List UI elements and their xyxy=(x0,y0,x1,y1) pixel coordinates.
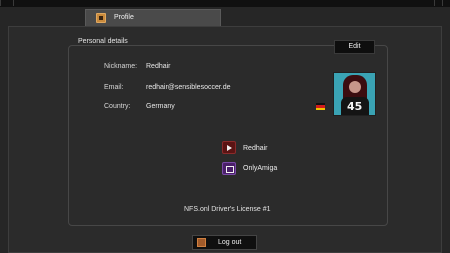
edit-button[interactable]: Edit xyxy=(334,40,375,54)
tab-profile[interactable]: Profile xyxy=(85,9,221,26)
germany-flag-icon xyxy=(316,103,325,110)
email-value: redhair@sensiblesoccer.de xyxy=(146,84,231,91)
logout-label: Log out xyxy=(218,239,242,246)
tab-profile-label: Profile xyxy=(114,14,134,21)
logout-button[interactable]: Log out xyxy=(192,235,257,250)
window-titlebar xyxy=(0,0,450,7)
twitch-icon[interactable] xyxy=(222,162,236,175)
logout-door-icon xyxy=(197,238,206,247)
minimize-button[interactable] xyxy=(434,0,442,6)
avatar[interactable]: 45 xyxy=(333,72,376,116)
personal-details-title: Personal details xyxy=(76,38,130,45)
drivers-license-text: NFS.onl Driver's License #1 xyxy=(184,206,271,213)
country-value: Germany xyxy=(146,103,175,110)
avatar-jersey-number: 45 xyxy=(347,100,363,113)
youtube-channel-link[interactable]: Redhair xyxy=(243,145,268,152)
app-menu-button[interactable] xyxy=(0,0,14,6)
email-label: Email: xyxy=(104,84,124,91)
profile-card-icon xyxy=(96,13,106,23)
nickname-value: Redhair xyxy=(146,63,171,70)
close-button[interactable] xyxy=(442,0,450,6)
nickname-label: Nickname: xyxy=(104,63,138,70)
twitch-channel-link[interactable]: OnlyAmiga xyxy=(243,165,277,172)
country-label: Country: xyxy=(104,103,131,110)
youtube-icon[interactable] xyxy=(222,141,236,154)
